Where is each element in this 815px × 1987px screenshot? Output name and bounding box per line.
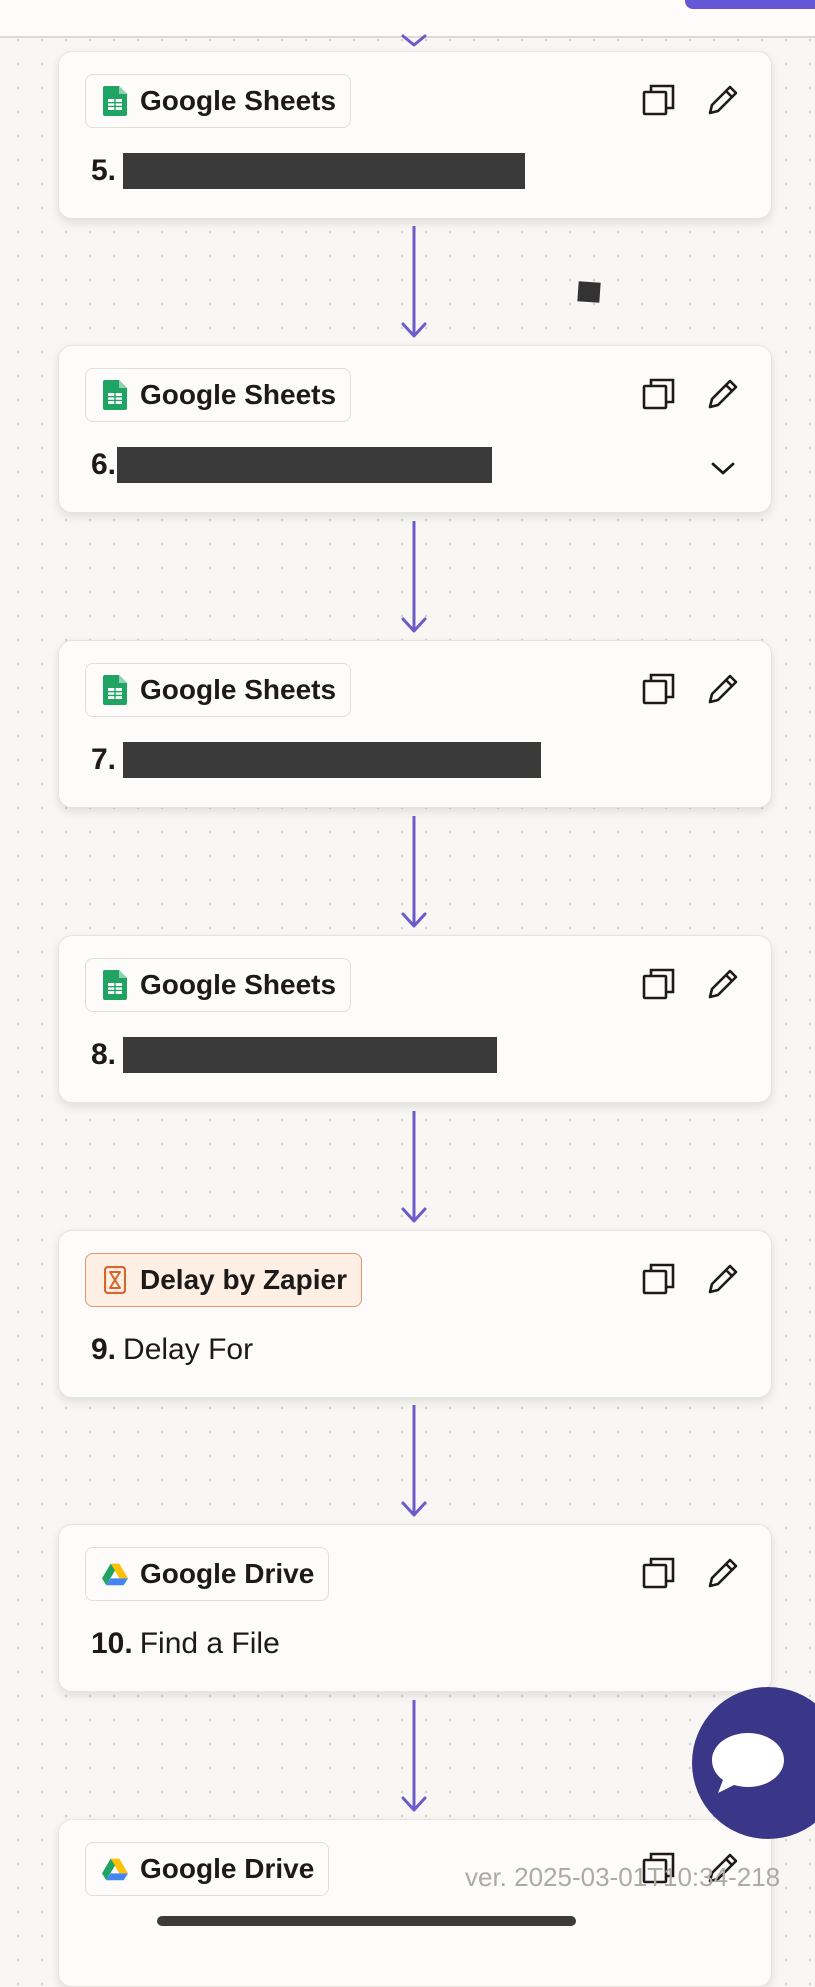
step-card-9[interactable]: Delay by Zapier 9. Delay For	[58, 1230, 772, 1398]
connector-arrow-head	[401, 34, 427, 47]
redacted-step-title	[123, 742, 542, 778]
pencil-icon[interactable]	[705, 671, 741, 707]
step-title-row: 10. Find a File	[91, 1622, 280, 1666]
connector-arrow	[401, 1405, 427, 1517]
redacted-step-title	[123, 1037, 498, 1073]
copy-icon[interactable]	[641, 82, 677, 118]
google-sheets-icon	[102, 970, 128, 1000]
step-title: Find a File	[139, 1627, 280, 1660]
step-number: 10.	[91, 1627, 133, 1660]
app-name: Google Sheets	[140, 674, 337, 705]
step-title-row: 9. Delay For	[91, 1328, 253, 1372]
connector-arrow	[401, 521, 427, 633]
app-name: Google Drive	[140, 1558, 315, 1589]
app-chip[interactable]: Google Sheets	[85, 74, 352, 128]
pencil-icon[interactable]	[705, 376, 741, 412]
step-card-7[interactable]: Google Sheets 7.	[58, 640, 772, 808]
pencil-icon[interactable]	[705, 966, 741, 1002]
redacted-step-title	[123, 153, 526, 189]
app-chip[interactable]: Google Drive	[85, 1842, 330, 1896]
google-drive-icon	[102, 1559, 128, 1589]
step-number: 6.	[91, 448, 117, 481]
step-title: Delay For	[123, 1333, 254, 1366]
app-name: Google Drive	[140, 1853, 315, 1884]
publish-button[interactable]	[685, 0, 815, 9]
app-name: Delay by Zapier	[140, 1264, 347, 1295]
step-number: 9.	[91, 1333, 117, 1366]
redacted-step-title	[117, 447, 493, 483]
step-card-8[interactable]: Google Sheets 8.	[58, 935, 772, 1103]
google-sheets-icon	[102, 86, 128, 116]
google-sheets-icon	[102, 675, 128, 705]
copy-icon[interactable]	[641, 966, 677, 1002]
copy-icon[interactable]	[641, 1261, 677, 1297]
connector-arrow	[401, 816, 427, 928]
app-chip[interactable]: Google Drive	[85, 1547, 330, 1601]
app-chip[interactable]: Google Sheets	[85, 368, 352, 422]
step-card-6[interactable]: Google Sheets 6.	[58, 345, 772, 513]
step-title-row: 5.	[91, 149, 526, 193]
google-sheets-icon	[102, 380, 128, 410]
app-name: Google Sheets	[140, 85, 337, 116]
step-number: 8.	[91, 1038, 117, 1071]
step-card-5[interactable]: Google Sheets 5.	[58, 51, 772, 219]
app-name: Google Sheets	[140, 969, 337, 1000]
pencil-icon[interactable]	[705, 82, 741, 118]
app-chip[interactable]: Google Sheets	[85, 663, 352, 717]
copy-icon[interactable]	[641, 1555, 677, 1591]
copy-icon[interactable]	[641, 671, 677, 707]
chat-button[interactable]	[692, 1687, 815, 1839]
copy-icon[interactable]	[641, 376, 677, 412]
app-name: Google Sheets	[140, 379, 337, 410]
connector-arrow	[401, 1700, 427, 1812]
version-label: ver. 2025-03-01T10:34-218	[465, 1862, 781, 1892]
step-title-row: 7.	[91, 738, 542, 782]
redaction-fragment	[577, 281, 601, 303]
step-card-11[interactable]: Google Drive	[58, 1819, 772, 1987]
hourglass-icon	[102, 1265, 128, 1295]
step-number: 7.	[91, 743, 117, 776]
step-number: 5.	[91, 154, 117, 187]
home-indicator	[157, 1916, 576, 1926]
google-drive-icon	[102, 1854, 128, 1884]
step-title-row: 8.	[91, 1033, 498, 1077]
step-title-row: 6.	[91, 443, 493, 487]
chat-bubble-icon	[712, 1733, 784, 1793]
chevron-down-icon[interactable]	[705, 451, 741, 487]
connector-arrow	[401, 1111, 427, 1223]
connector-arrow	[401, 226, 427, 338]
step-card-10[interactable]: Google Drive 10. Find a File	[58, 1524, 772, 1692]
app-chip[interactable]: Delay by Zapier	[85, 1253, 362, 1307]
app-chip[interactable]: Google Sheets	[85, 958, 352, 1012]
pencil-icon[interactable]	[705, 1555, 741, 1591]
pencil-icon[interactable]	[705, 1261, 741, 1297]
